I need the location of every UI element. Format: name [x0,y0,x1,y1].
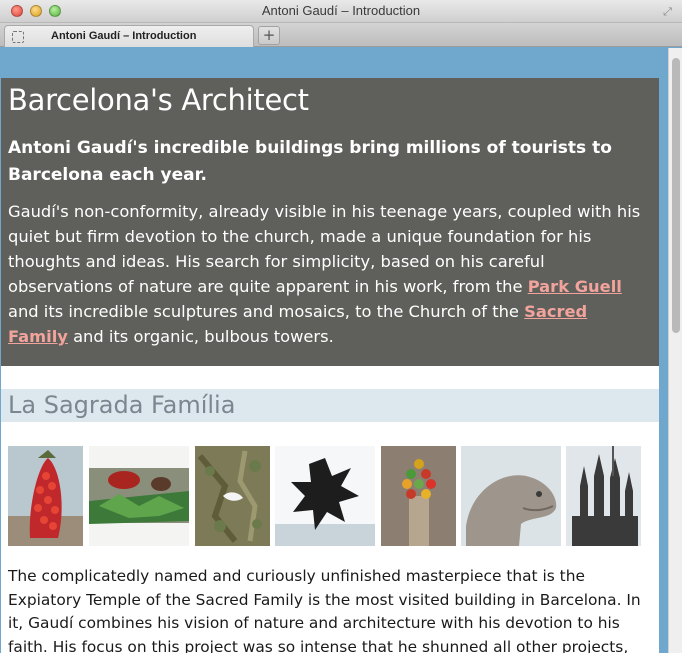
article-paragraph: The complicatedly named and curiously un… [8,567,641,653]
gallery-photo-stone-turtle[interactable] [461,446,561,546]
gallery-photo-fruit-tower[interactable] [381,446,456,546]
gallery-photo-fruit-pinnacle[interactable] [8,446,83,546]
page-title: Barcelona's Architect [8,83,309,117]
intro-paragraph: Gaudí's non-conformity, already visible … [8,199,652,349]
new-tab-button[interactable]: + [258,26,280,45]
browser-window: Antoni Gaudí – Introduction ⤢ Antoni Gau… [0,0,682,653]
tab-active[interactable]: Antoni Gaudí – Introduction [4,25,254,47]
gallery-photo-dove-sculpture[interactable] [195,446,270,546]
scroll-thumb[interactable] [672,58,680,333]
section-heading-band: La Sagrada Família [1,389,659,422]
intro-block: Barcelona's Architect Antoni Gaudí's inc… [1,78,659,366]
gallery-photo-dark-star-sculpture[interactable] [275,446,375,546]
tab-bar: Antoni Gaudí – Introduction + [0,23,682,47]
gallery-photo-mosaic-leaves[interactable] [89,446,189,546]
park-guell-link[interactable]: Park Guell [528,277,622,296]
intro-text-2: and its incredible sculptures and mosaic… [8,302,525,321]
gallery-photo-sagrada-spires[interactable] [566,446,641,546]
photo-gallery [8,446,658,546]
intro-text-3: and its organic, bulbous towers. [67,327,334,346]
page-favicon-icon [12,31,24,43]
vertical-scrollbar[interactable] [668,48,682,653]
lead-paragraph: Antoni Gaudí's incredible buildings brin… [8,138,612,185]
title-bar: Antoni Gaudí – Introduction ⤢ [0,0,682,23]
section-heading: La Sagrada Família [8,391,236,419]
tab-label: Antoni Gaudí – Introduction [51,30,197,42]
page-content: Barcelona's Architect Antoni Gaudí's inc… [1,78,659,653]
window-title: Antoni Gaudí – Introduction [261,3,421,18]
fullscreen-icon[interactable]: ⤢ [661,5,674,18]
web-viewport[interactable]: Barcelona's Architect Antoni Gaudí's inc… [0,48,668,653]
